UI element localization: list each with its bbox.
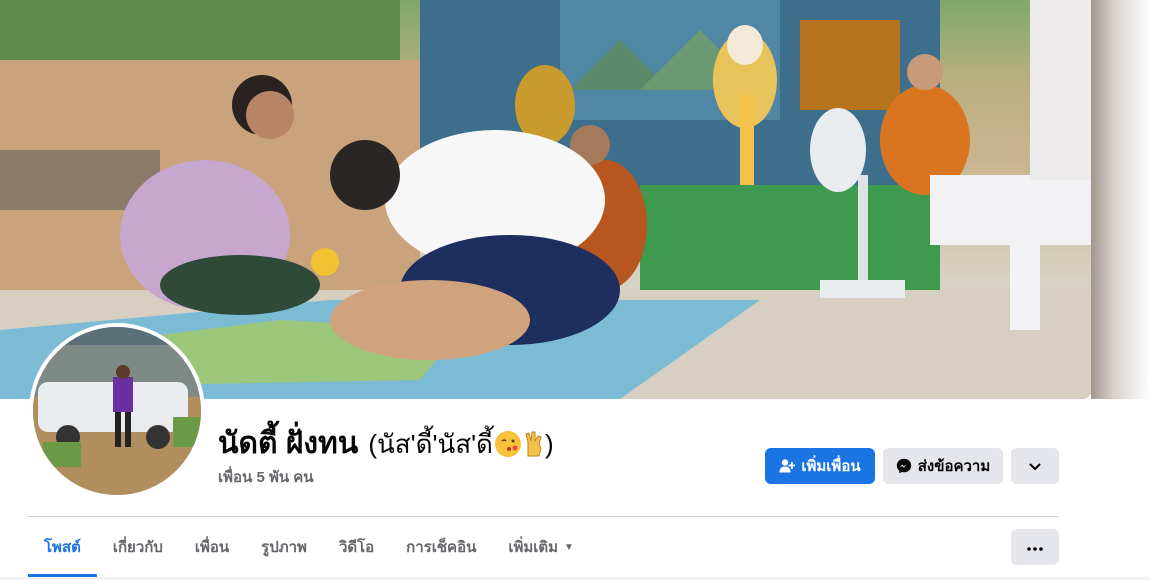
tab-label: โพสต์ bbox=[44, 539, 81, 556]
tab-label: การเช็คอิน bbox=[406, 539, 477, 556]
friends-count[interactable]: เพื่อน 5 พัน คน bbox=[218, 465, 314, 489]
hand-gesture-emoji-icon bbox=[523, 430, 545, 458]
message-label: ส่งข้อความ bbox=[917, 458, 991, 475]
tab-friends[interactable]: เพื่อน bbox=[179, 517, 245, 577]
tab-label: เพื่อน bbox=[194, 539, 230, 556]
tab-check-ins[interactable]: การเช็คอิน bbox=[390, 517, 492, 577]
tab-more[interactable]: เพิ่มเติม ▼ bbox=[492, 517, 590, 577]
cover-edge-fade bbox=[1091, 0, 1150, 399]
chevron-down-icon bbox=[1029, 458, 1041, 475]
message-button[interactable]: ส่งข้อความ bbox=[883, 448, 1003, 484]
messenger-icon bbox=[896, 458, 912, 474]
add-friend-label: เพิ่มเพื่อน bbox=[801, 458, 861, 475]
kissing-face-emoji-icon bbox=[494, 431, 521, 457]
profile-name: นัดตี้ ฝั่งทน bbox=[218, 427, 359, 460]
tab-more-options-button[interactable] bbox=[1011, 529, 1059, 565]
caret-down-icon: ▼ bbox=[564, 541, 574, 553]
profile-tabs: โพสต์ เกี่ยวกับ เพื่อน รูปภาพ วิดีโอ การ… bbox=[28, 517, 590, 577]
avatar-scene bbox=[33, 327, 201, 495]
avatar-photo bbox=[33, 327, 201, 495]
ellipsis-icon bbox=[1027, 538, 1043, 556]
tab-label: เกี่ยวกับ bbox=[112, 539, 163, 556]
tab-posts[interactable]: โพสต์ bbox=[28, 517, 97, 577]
tab-label: รูปภาพ bbox=[261, 539, 307, 556]
alternate-name-close: ) bbox=[544, 429, 554, 459]
tab-videos[interactable]: วิดีโอ bbox=[323, 517, 390, 577]
tab-label: วิดีโอ bbox=[338, 539, 375, 556]
alternate-name-text: (นัส'ดี้'นัส'ดี้ bbox=[368, 429, 493, 459]
tab-about[interactable]: เกี่ยวกับ bbox=[97, 517, 179, 577]
profile-avatar[interactable] bbox=[29, 323, 205, 499]
add-friend-button[interactable]: เพิ่มเพื่อน bbox=[765, 448, 875, 484]
more-actions-button[interactable] bbox=[1011, 448, 1059, 484]
profile-alternate-name: (นัส'ดี้'นัส'ดี้) bbox=[368, 424, 553, 465]
tab-label: เพิ่มเติม bbox=[508, 539, 559, 556]
tab-photos[interactable]: รูปภาพ bbox=[245, 517, 323, 577]
profile-name-row: นัดตี้ ฝั่งทน (นัส'ดี้'นัส'ดี้) bbox=[218, 420, 554, 467]
person-plus-icon bbox=[779, 458, 796, 474]
